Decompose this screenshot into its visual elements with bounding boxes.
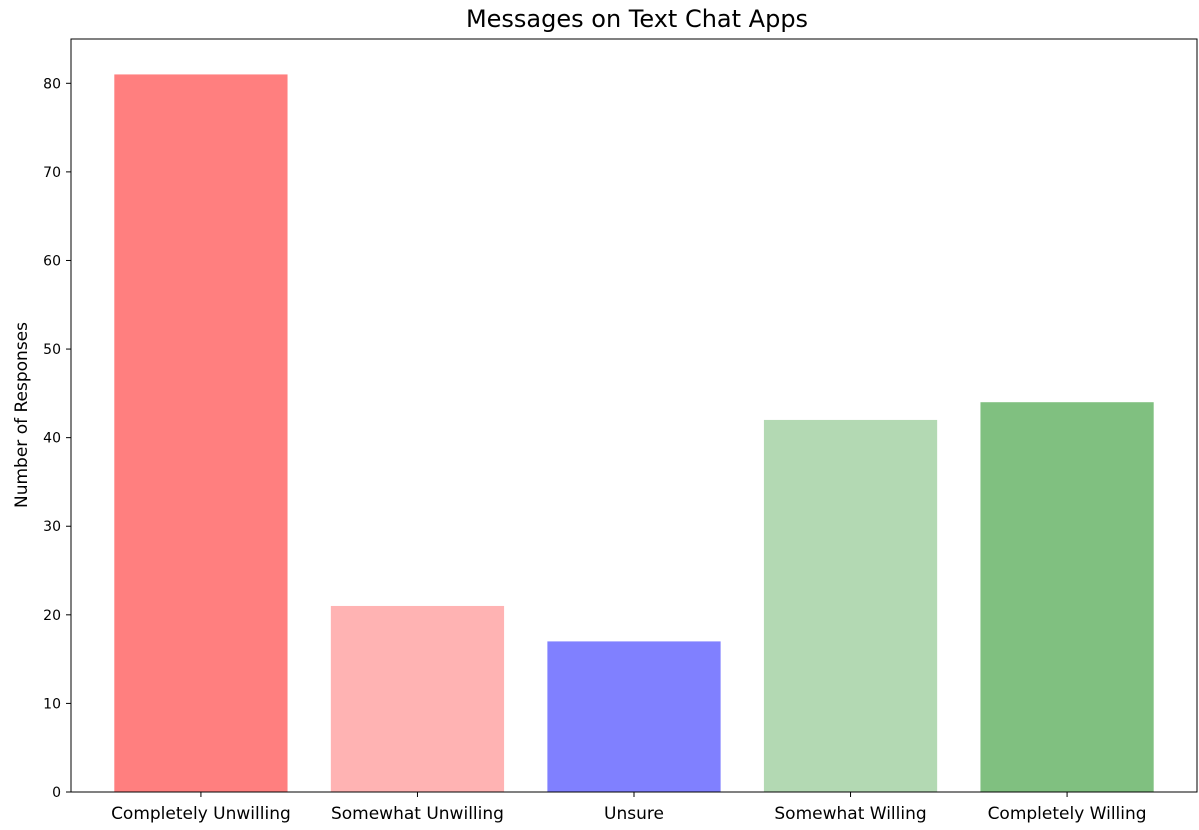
plot-area: 0 10 20 30 40 50 60 70 80 Completely Unwilling Som… bbox=[43, 38, 1198, 824]
y-axis-label: Number of Responses bbox=[12, 322, 32, 508]
y-tick-label: 0 bbox=[52, 785, 61, 801]
y-tick-label: 70 bbox=[43, 165, 61, 181]
chart-title: Messages on Text Chat Apps bbox=[466, 5, 808, 33]
y-tick-label: 80 bbox=[43, 76, 61, 92]
y-tick-label: 30 bbox=[43, 519, 61, 535]
x-tick-label: Unsure bbox=[604, 804, 664, 824]
bar-4 bbox=[763, 419, 938, 792]
y-tick-label: 50 bbox=[43, 342, 61, 358]
chart-container: Messages on Text Chat Apps Number of Res… bbox=[0, 0, 1199, 826]
x-tick-label: Somewhat Unwilling bbox=[331, 804, 504, 824]
bar-chart: Messages on Text Chat Apps Number of Res… bbox=[12, 5, 1198, 824]
y-tick-label: 10 bbox=[43, 696, 61, 712]
bar-5 bbox=[980, 402, 1154, 792]
bar-3 bbox=[547, 641, 721, 792]
x-tick-label: Completely Unwilling bbox=[111, 804, 291, 824]
y-tick-label: 20 bbox=[43, 608, 61, 624]
y-tick-label: 60 bbox=[43, 253, 61, 269]
bar-2 bbox=[330, 605, 505, 792]
x-tick-label: Somewhat Willing bbox=[774, 804, 926, 824]
y-tick-label: 40 bbox=[43, 431, 61, 447]
x-tick-label: Completely Willing bbox=[988, 804, 1147, 824]
bar-1 bbox=[114, 74, 288, 792]
